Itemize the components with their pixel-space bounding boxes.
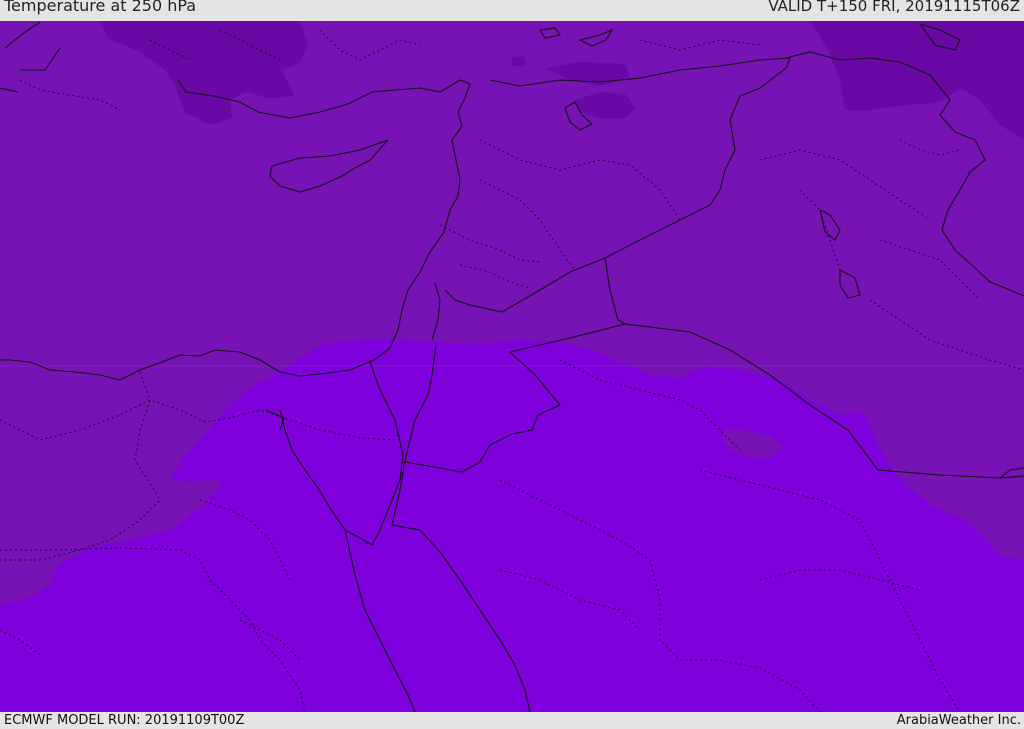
map-title: Temperature at 250 hPa [4,0,197,15]
model-run-label: ECMWF MODEL RUN: 20191109T00Z [4,713,245,728]
footer-bar: ECMWF MODEL RUN: 20191109T00Z ArabiaWeat… [0,712,1024,729]
temperature-map [0,21,1024,712]
header-bar: Temperature at 250 hPa VALID T+150 FRI, … [0,0,1024,21]
credit-label: ArabiaWeather Inc. [896,713,1021,728]
map-canvas [0,21,1024,712]
weather-map-frame: Temperature at 250 hPa VALID T+150 FRI, … [0,0,1024,729]
valid-time: VALID T+150 FRI, 20191115T06Z [768,0,1020,15]
